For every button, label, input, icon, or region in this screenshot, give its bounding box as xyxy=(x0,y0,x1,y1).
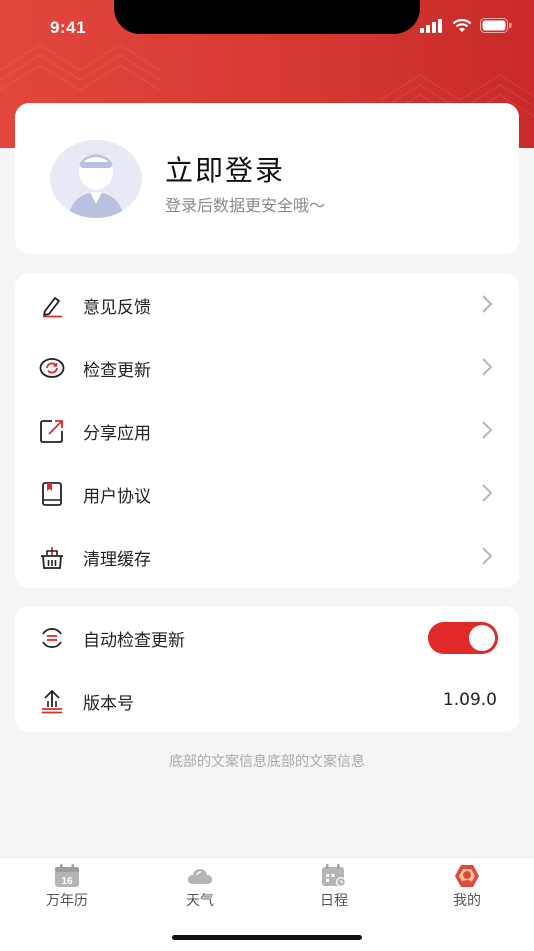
calendar-badge: 16 xyxy=(61,876,73,887)
auto-update-icon xyxy=(42,628,62,648)
cloud-icon xyxy=(188,869,212,884)
toggle-knob xyxy=(469,625,495,651)
status-bar: 9:41 xyxy=(0,0,534,56)
version-upload-icon xyxy=(42,689,62,714)
device-notch xyxy=(114,0,420,34)
tab-label: 天气 xyxy=(186,893,214,909)
login-title[interactable]: 立即登录 xyxy=(165,149,285,189)
chevron-right-icon xyxy=(482,295,493,313)
auto-update-row: 自动检查更新 xyxy=(15,606,519,669)
menu-item-clear-cache[interactable]: 清理缓存 xyxy=(15,525,519,588)
battery-icon xyxy=(480,18,512,33)
profile-icon xyxy=(455,865,479,887)
version-label: 版本号 xyxy=(83,694,134,714)
avatar[interactable] xyxy=(50,140,142,218)
calendar-icon: 16 xyxy=(55,864,79,887)
menu-item-label: 检查更新 xyxy=(83,361,151,381)
chevron-right-icon xyxy=(482,484,493,502)
menu-item-label: 意见反馈 xyxy=(83,298,151,318)
wifi-icon xyxy=(452,18,472,32)
signal-icon xyxy=(420,18,442,33)
chevron-right-icon xyxy=(482,421,493,439)
tab-profile[interactable]: 我的 xyxy=(400,858,534,918)
version-row: 版本号 1.09.0 xyxy=(15,669,519,732)
tab-label: 万年历 xyxy=(46,893,88,909)
tab-label: 日程 xyxy=(320,893,348,909)
menu-item-check-update[interactable]: 检查更新 xyxy=(15,336,519,399)
chevron-right-icon xyxy=(482,547,493,565)
login-card[interactable]: 立即登录 登录后数据更安全哦～ xyxy=(15,103,519,254)
tab-schedule[interactable]: 日程 xyxy=(267,858,401,918)
settings-card: 自动检查更新 版本号 1.09.0 xyxy=(15,606,519,732)
avatar-placeholder-icon xyxy=(68,154,124,218)
chevron-right-icon xyxy=(482,358,493,376)
login-subtitle: 登录后数据更安全哦～ xyxy=(165,196,326,215)
book-icon xyxy=(42,482,62,506)
basket-icon xyxy=(41,547,63,569)
tab-weather[interactable]: 天气 xyxy=(133,858,267,918)
auto-update-toggle[interactable] xyxy=(428,622,498,654)
share-icon xyxy=(40,420,63,443)
menu-item-label: 用户协议 xyxy=(83,487,151,507)
status-time: 9:41 xyxy=(50,18,87,37)
refresh-icon xyxy=(39,358,65,378)
auto-update-label: 自动检查更新 xyxy=(83,631,185,651)
menu-item-feedback[interactable]: 意见反馈 xyxy=(15,273,519,336)
schedule-icon xyxy=(322,864,346,887)
menu-item-label: 清理缓存 xyxy=(83,550,151,570)
menu-item-user-agreement[interactable]: 用户协议 xyxy=(15,462,519,525)
menu-item-share-app[interactable]: 分享应用 xyxy=(15,399,519,462)
tab-label: 我的 xyxy=(453,893,481,909)
status-icons xyxy=(420,18,512,33)
footer-text: 底部的文案信息底部的文案信息 xyxy=(169,754,365,770)
menu-item-label: 分享应用 xyxy=(83,424,151,444)
version-value: 1.09.0 xyxy=(442,690,497,710)
tab-calendar[interactable]: 16 万年历 xyxy=(0,858,134,918)
menu-card: 意见反馈 检查更新 分享应用 用户协议 清理缓存 xyxy=(15,273,519,588)
home-indicator xyxy=(172,935,362,940)
edit-icon xyxy=(43,297,62,318)
